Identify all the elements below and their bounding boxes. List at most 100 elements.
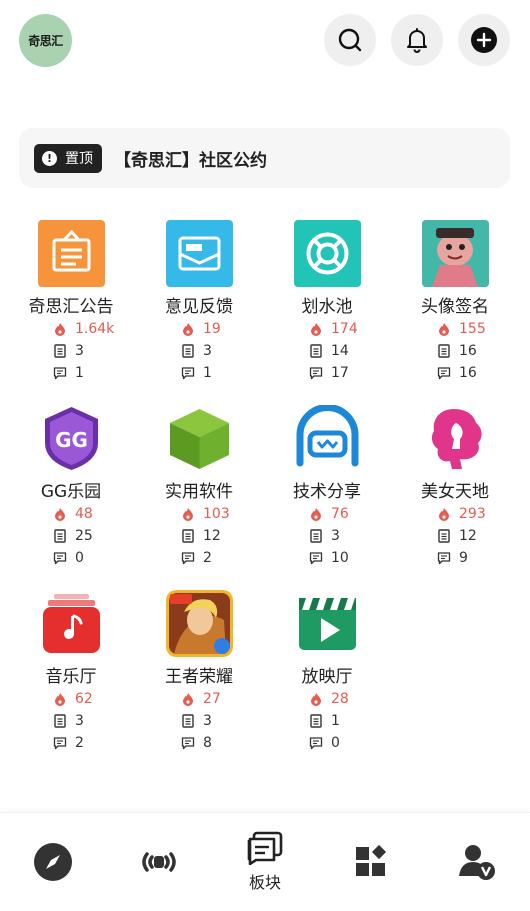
broadcast-icon <box>142 852 176 872</box>
game-hero-icon <box>166 590 233 657</box>
flame-icon <box>53 322 67 336</box>
comment-value: 9 <box>459 550 468 566</box>
board-name: 技术分享 <box>293 482 361 502</box>
comment-icon <box>181 366 195 380</box>
document-icon <box>437 529 451 543</box>
lifebuoy-icon <box>294 220 361 287</box>
board-tile[interactable]: 美女天地 293 12 9 <box>391 405 519 580</box>
compass-icon <box>34 843 72 881</box>
post-count: 3 <box>181 341 212 361</box>
board-tile[interactable]: 王者荣耀 27 3 8 <box>135 590 263 765</box>
board-name: 头像签名 <box>421 297 489 317</box>
board-name: 意见反馈 <box>165 297 233 317</box>
board-tile[interactable]: 意见反馈 19 3 1 <box>135 220 263 395</box>
comment-icon <box>181 551 195 565</box>
green-cube-icon <box>166 405 233 472</box>
nav-boards[interactable]: 板块 <box>212 813 318 911</box>
comment-count: 1 <box>53 363 84 383</box>
comment-count: 16 <box>437 363 477 383</box>
document-icon <box>181 344 195 358</box>
create-button[interactable] <box>458 14 510 66</box>
post-count: 3 <box>181 711 212 731</box>
post-count: 25 <box>53 526 93 546</box>
nav-discover[interactable] <box>0 813 106 911</box>
mail-icon <box>166 220 233 287</box>
board-tile[interactable]: 放映厅 28 1 0 <box>263 590 391 765</box>
apps-grid-icon <box>356 845 387 876</box>
post-value: 3 <box>331 528 340 544</box>
hot-count: 27 <box>181 689 221 709</box>
comment-icon <box>181 736 195 750</box>
document-icon <box>181 714 195 728</box>
comment-count: 0 <box>53 548 84 568</box>
comment-icon <box>309 366 323 380</box>
hot-value: 62 <box>75 691 93 707</box>
hot-count: 76 <box>309 504 349 524</box>
search-icon <box>338 28 362 52</box>
pinned-badge-label: 置顶 <box>65 151 93 167</box>
comment-value: 0 <box>75 550 84 566</box>
comment-count: 17 <box>309 363 349 383</box>
post-count: 14 <box>309 341 349 361</box>
hot-value: 155 <box>459 321 486 337</box>
hot-count: 19 <box>181 319 221 339</box>
nav-broadcast[interactable] <box>106 813 212 911</box>
board-chat-icon <box>247 831 283 865</box>
comment-count: 1 <box>181 363 212 383</box>
notifications-button[interactable] <box>391 14 443 66</box>
comment-icon <box>53 736 67 750</box>
board-tile[interactable]: 头像签名 155 16 16 <box>391 220 519 395</box>
comment-value: 2 <box>75 735 84 751</box>
comment-icon <box>437 366 451 380</box>
pinned-post[interactable]: ! 置顶 【奇思汇】社区公约 <box>19 128 510 188</box>
document-icon <box>309 714 323 728</box>
comment-icon <box>309 736 323 750</box>
hot-count: 48 <box>53 504 93 524</box>
post-count: 3 <box>53 711 84 731</box>
comment-icon <box>309 551 323 565</box>
board-tile[interactable]: 划水池 174 14 17 <box>263 220 391 395</box>
post-value: 25 <box>75 528 93 544</box>
post-count: 16 <box>437 341 477 361</box>
user-vip-icon <box>459 845 495 880</box>
board-tile[interactable]: 奇思汇公告 1.64k 3 1 <box>7 220 135 395</box>
hot-count: 293 <box>437 504 486 524</box>
board-name: 音乐厅 <box>45 667 97 687</box>
post-count: 12 <box>437 526 477 546</box>
hot-count: 103 <box>181 504 230 524</box>
document-icon <box>309 344 323 358</box>
comment-value: 0 <box>331 735 340 751</box>
document-icon <box>53 344 67 358</box>
nav-boards-label: 板块 <box>248 873 281 892</box>
comment-value: 10 <box>331 550 349 566</box>
comment-value: 16 <box>459 365 477 381</box>
clapperboard-icon <box>294 590 361 657</box>
search-button[interactable] <box>324 14 376 66</box>
hot-count: 174 <box>309 319 358 339</box>
app-logo[interactable]: 奇思汇 <box>19 14 72 67</box>
gg-shield-icon: GG <box>38 405 105 472</box>
comment-value: 2 <box>203 550 212 566</box>
board-tile[interactable]: 音乐厅 62 3 2 <box>7 590 135 765</box>
hot-value: 293 <box>459 506 486 522</box>
robot-face-icon <box>294 405 361 472</box>
nav-apps[interactable] <box>318 813 424 911</box>
board-name: 王者荣耀 <box>165 667 233 687</box>
board-name: 实用软件 <box>165 482 233 502</box>
info-icon: ! <box>42 150 57 166</box>
comment-count: 2 <box>181 548 212 568</box>
svg-text:GG: GG <box>55 428 88 452</box>
hot-value: 48 <box>75 506 93 522</box>
comment-count: 10 <box>309 548 349 568</box>
comment-value: 17 <box>331 365 349 381</box>
board-name: 美女天地 <box>421 482 489 502</box>
post-value: 14 <box>331 343 349 359</box>
flame-icon <box>181 507 195 521</box>
hot-count: 155 <box>437 319 486 339</box>
board-tile[interactable]: 技术分享 76 3 10 <box>263 405 391 580</box>
nav-profile[interactable] <box>424 813 530 911</box>
flame-icon <box>181 322 195 336</box>
board-tile[interactable]: 实用软件 103 12 2 <box>135 405 263 580</box>
board-tile[interactable]: GG GG乐园 48 25 0 <box>7 405 135 580</box>
music-note-icon <box>38 590 105 657</box>
